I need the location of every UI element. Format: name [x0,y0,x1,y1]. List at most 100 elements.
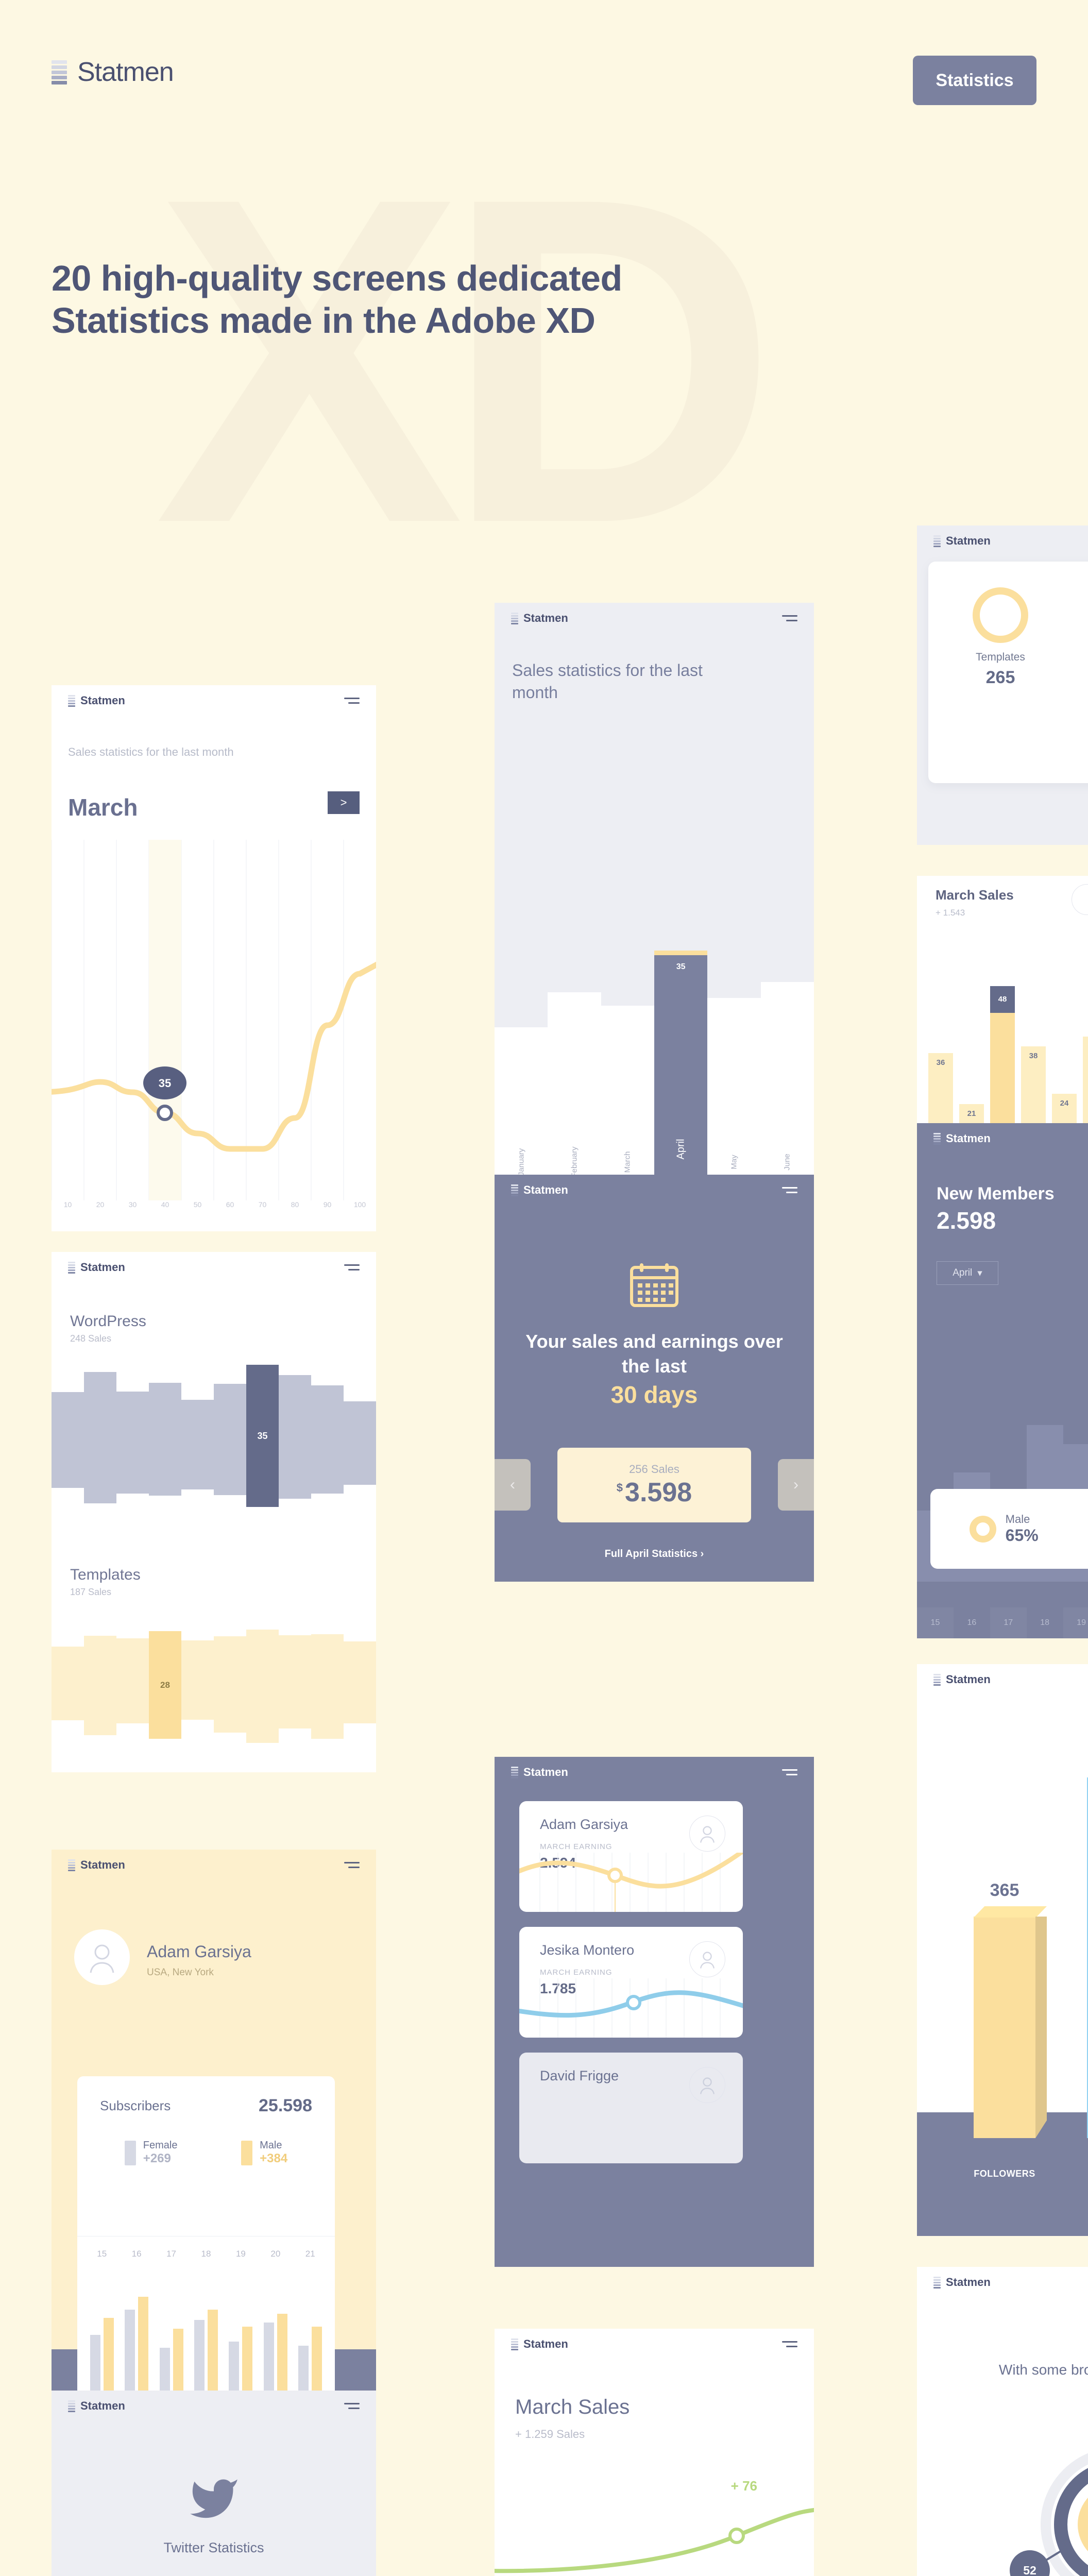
menu-icon[interactable] [344,1862,360,1868]
month-bar[interactable]: January [495,1027,548,1175]
card-twitter[interactable]: Statmen Twitter Statistics [52,2391,376,2576]
page-headline: 20 high-quality screens dedicated Statis… [52,258,622,341]
bar-pair [189,2284,223,2391]
stat-bar[interactable] [311,1634,344,1739]
stat-bar[interactable] [344,1641,376,1724]
stat-bar[interactable]: 35 [246,1365,279,1507]
brand-name: Statmen [77,57,174,87]
prev-button[interactable]: ‹ [495,1459,531,1511]
stat-bar[interactable] [52,1392,84,1488]
mini-brand-name: Statmen [523,1766,568,1778]
female-bar[interactable] [263,2322,274,2391]
stat-bar[interactable] [116,1638,149,1723]
stat-bar[interactable] [344,1401,376,1485]
card-templates-graphics[interactable]: Statmen Templates 265 Graphics 348 [917,526,1088,845]
bar-value: 35 [257,1430,268,1441]
subscribers-value: 25.598 [259,2096,312,2115]
male-bar[interactable] [138,2296,149,2391]
month-bar[interactable]: February [548,992,601,1175]
female-bar[interactable] [194,2320,205,2391]
day-cell[interactable]: 18 [1027,1607,1063,1638]
person-card[interactable]: David Frigge [519,2053,743,2163]
card-sales-earnings[interactable]: Statmen Your sales and earnings over the… [495,1175,814,1582]
card-wordpress-templates[interactable]: Statmen WordPress 248 Sales 35 Templates… [52,1252,376,1772]
full-statistics-label: Full April Statistics [604,1548,698,1560]
female-bar[interactable] [90,2335,100,2391]
menu-icon[interactable] [344,1264,360,1270]
male-bar[interactable] [277,2313,287,2391]
male-bar[interactable] [242,2326,253,2391]
statistics-button[interactable]: Statistics [913,56,1036,105]
stat-bar[interactable] [116,1392,149,1494]
month-select[interactable]: April ▾ [937,1261,998,1285]
female-bar[interactable] [159,2348,170,2391]
card-march-line[interactable]: Statmen Sales statistics for the last mo… [52,685,376,1231]
legend-value: +384 [260,2151,288,2165]
bar-value: 41 [1083,1042,1088,1050]
male-bar[interactable] [103,2318,114,2391]
month-bar[interactable]: March [601,1006,654,1175]
bar-face [974,1917,1035,2138]
card-social-3d-bars[interactable]: Statmen 365 193 98 FOLLOWERSFOLLOWCOMMEN… [917,1664,1088,2236]
mini-brand-name: Statmen [523,2337,568,2350]
stat-bar[interactable]: 28 [149,1631,181,1739]
female-bar[interactable] [125,2309,135,2391]
person-card[interactable]: Jesika Montero MARCH EARNING 1.785 [519,1927,743,2038]
day-cell[interactable]: 16 [954,1607,990,1638]
stat-bar[interactable] [84,1371,116,1503]
full-statistics-link[interactable]: Full April Statistics › [495,1548,814,1560]
menu-icon[interactable] [782,2341,797,2347]
days-highlight: 30 days [610,1381,698,1408]
card-browsers[interactable]: Statmen With some browsers come anymore?… [917,2267,1088,2576]
stat-bar[interactable] [181,1640,214,1720]
stat-bar[interactable] [246,1629,279,1743]
x-tick: 10 [63,1200,72,1209]
menu-icon[interactable] [344,2403,360,2409]
male-bar[interactable] [207,2309,218,2391]
mini-brand-name: Statmen [946,1132,991,1145]
month-bar[interactable]: 35 April [654,950,708,1175]
3d-bar[interactable]: 365 [974,1880,1047,2138]
month-pill-button[interactable]: April › [1072,884,1088,915]
legend-label: Female [143,2140,178,2151]
stat-bar[interactable] [279,1375,311,1499]
stat-bar[interactable] [214,1384,246,1495]
donut-pair: Templates 265 Graphics 348 [928,587,1088,688]
card-new-members[interactable]: Statmen New Members 2.598 April ▾ 35 [917,1123,1088,1638]
menu-icon[interactable] [782,1187,797,1193]
next-button[interactable]: › [778,1459,814,1511]
delta-label: + 76 [730,2478,757,2494]
mini-brand-name: Statmen [523,1183,568,1196]
ring-chart: % 52 64 [1010,2447,1088,2576]
female-bar[interactable] [298,2346,309,2391]
day-selector[interactable]: 1516171819202122232425 [917,1607,1088,1638]
stat-bar[interactable] [149,1382,181,1496]
month-bar[interactable]: June [760,981,814,1175]
male-bar[interactable] [173,2328,183,2391]
mini-brand: Statmen [933,2276,991,2289]
menu-icon[interactable] [782,615,797,621]
person-card[interactable]: Adam Garsiya MARCH EARNING 2.594 [519,1801,743,1912]
stat-bar[interactable] [84,1636,116,1735]
male-bar[interactable] [312,2326,322,2391]
card-sales-months[interactable]: Statmen Sales statistics for the last mo… [495,603,814,1175]
legend-swatch [241,2140,253,2165]
card-march-sales-green[interactable]: Statmen March Sales + 1.259 Sales + 76 [495,2329,814,2576]
female-bar[interactable] [229,2341,240,2391]
menu-icon[interactable] [344,698,360,704]
green-line-chart [495,2504,814,2576]
card-people[interactable]: Statmen Adam Garsiya MARCH EARNING 2.594… [495,1757,814,2267]
next-month-button[interactable]: > [328,791,360,814]
3d-bar-label: FOLLOWERS [974,2168,1035,2179]
day-cell[interactable]: 15 [917,1607,954,1638]
day-cell[interactable]: 19 [1063,1607,1088,1638]
card-profile[interactable]: Statmen Adam Garsiya USA, New York Subsc… [52,1850,376,2391]
stat-bar[interactable] [52,1647,84,1720]
stat-bar[interactable] [181,1400,214,1489]
stat-bar[interactable] [279,1635,311,1729]
stat-bar[interactable] [214,1636,246,1733]
day-cell[interactable]: 17 [990,1607,1027,1638]
stat-bar[interactable] [311,1385,344,1494]
month-bar[interactable]: May [707,997,761,1175]
menu-icon[interactable] [782,1769,797,1775]
